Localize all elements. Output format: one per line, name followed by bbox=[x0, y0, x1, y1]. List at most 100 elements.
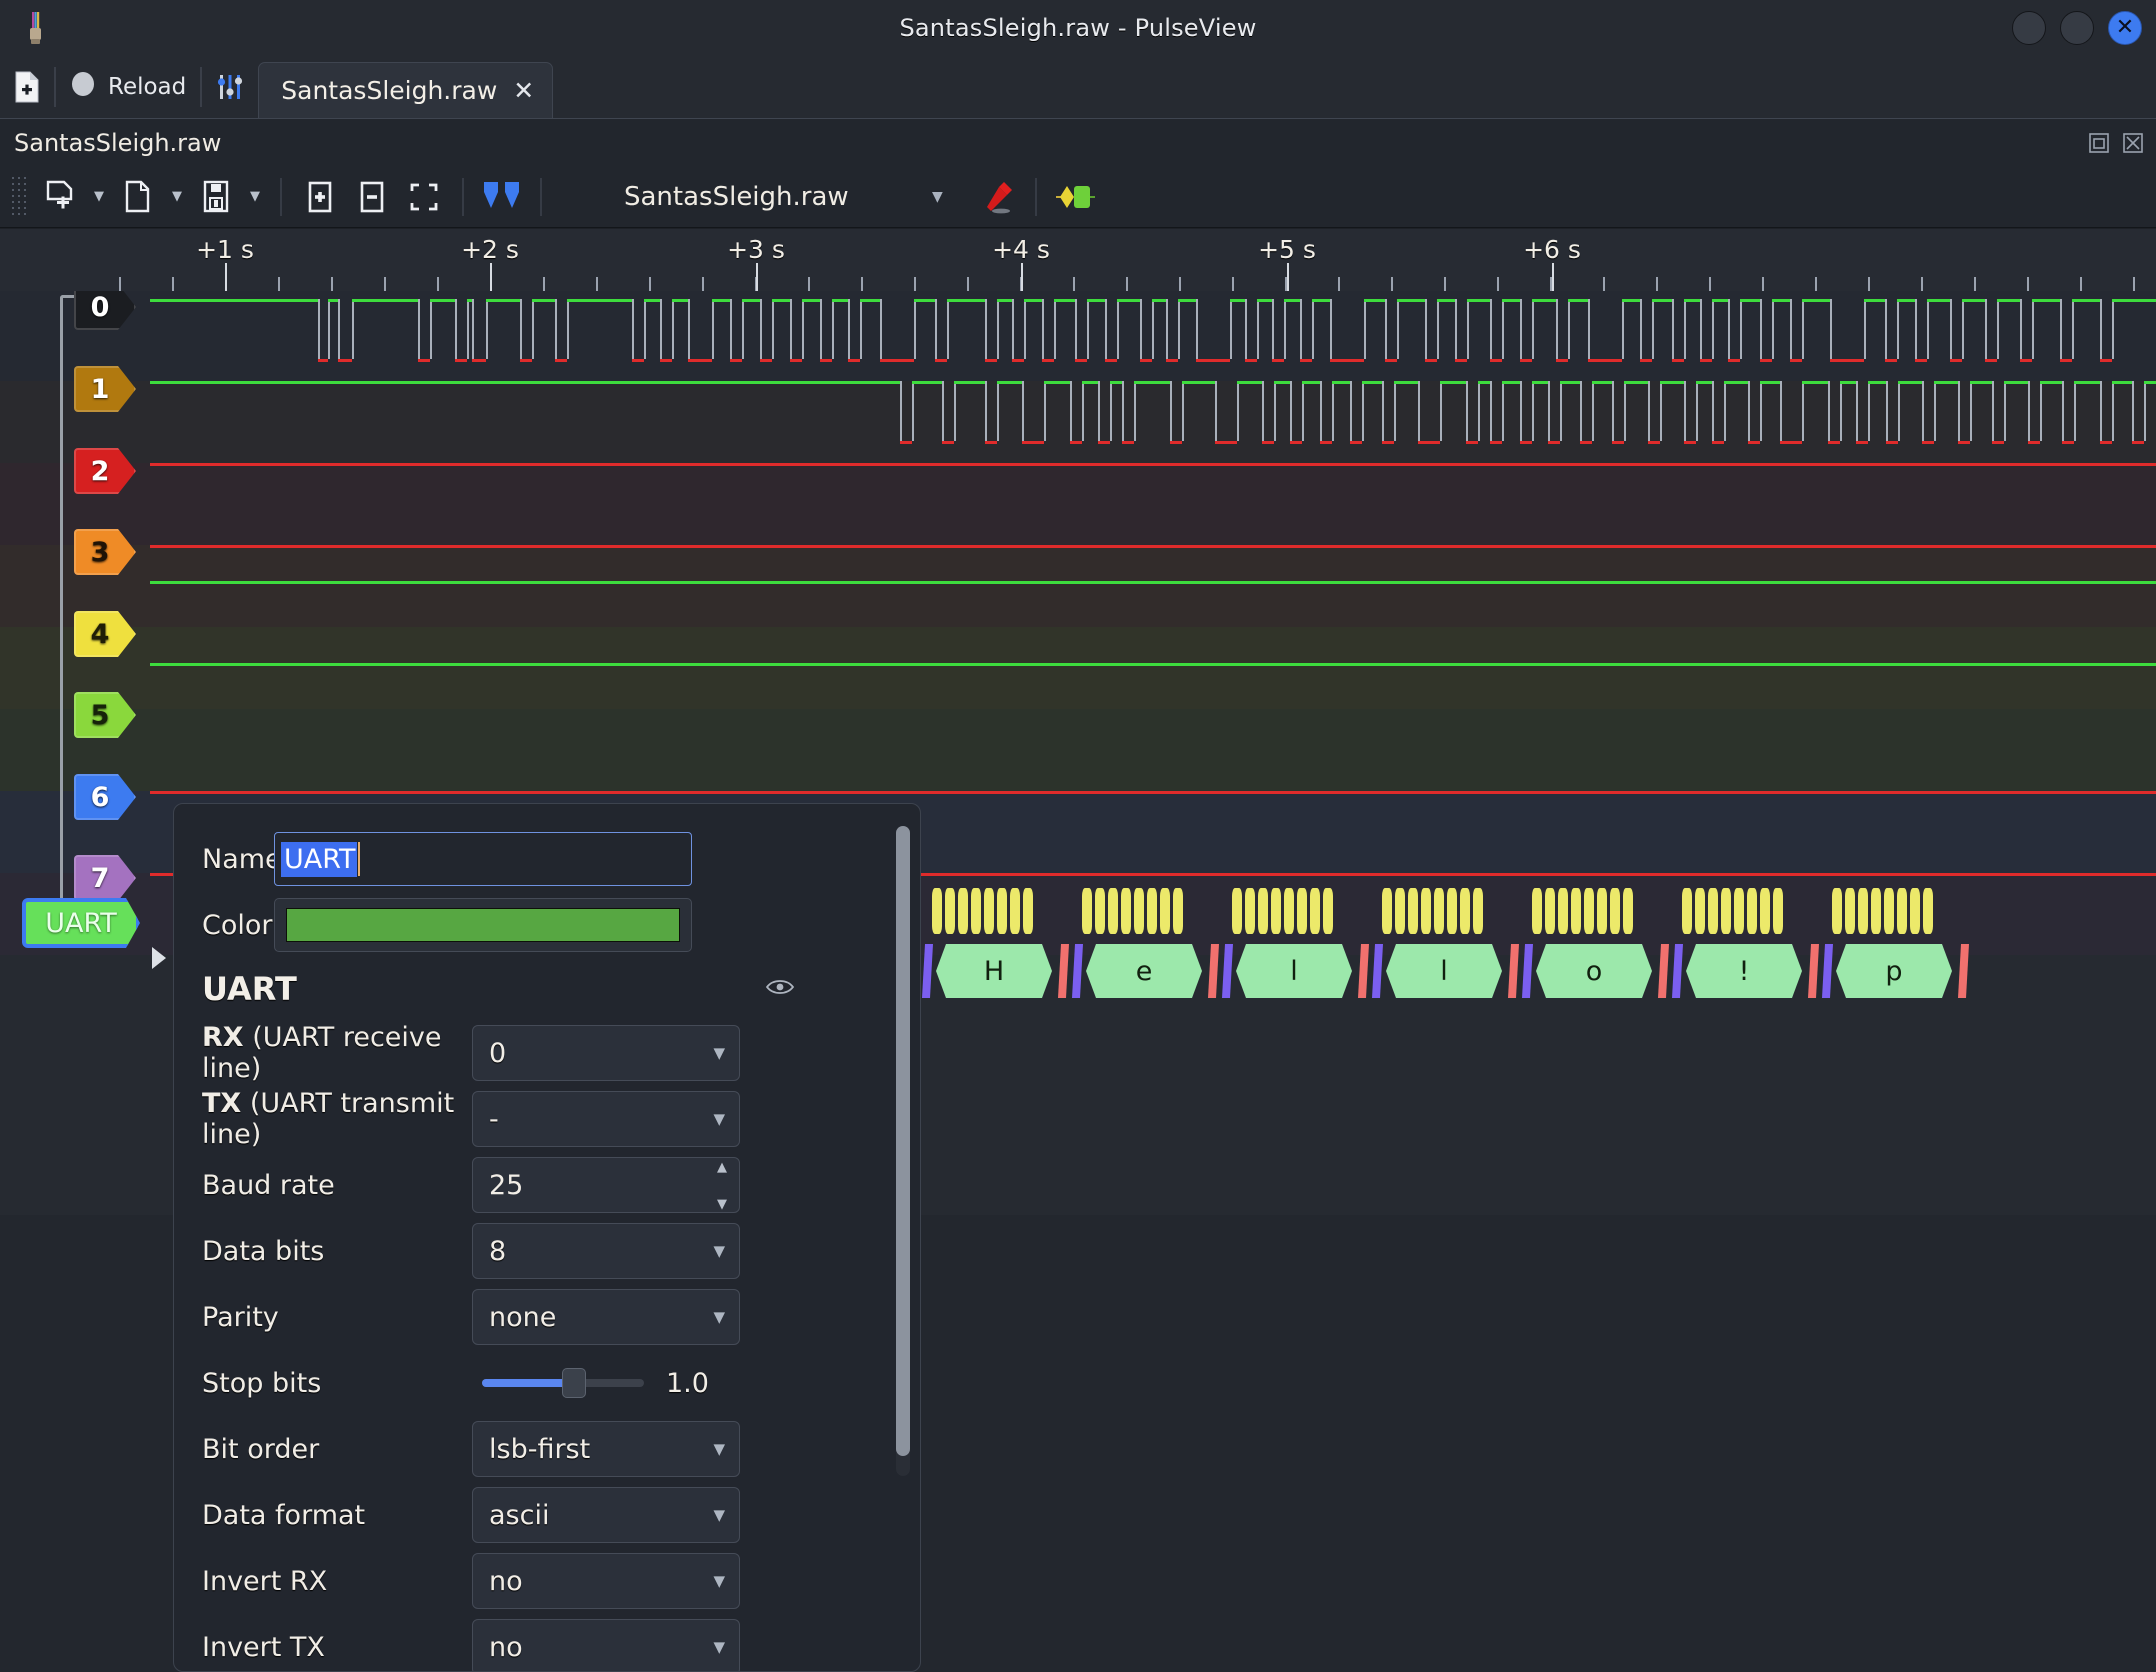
segment-low bbox=[1915, 359, 1927, 362]
name-input[interactable]: UART bbox=[274, 832, 692, 886]
segment-low bbox=[790, 359, 802, 362]
add-decoder-button[interactable] bbox=[1049, 173, 1101, 221]
save-session-caret-icon[interactable]: ▼ bbox=[164, 173, 190, 221]
close-window-icon[interactable] bbox=[2120, 130, 2146, 156]
segment-low bbox=[730, 359, 742, 362]
decoder-char[interactable]: H bbox=[936, 944, 1052, 998]
decoder-char[interactable]: p bbox=[1836, 944, 1952, 998]
data-format-select[interactable]: ascii ▼ bbox=[472, 1487, 740, 1543]
decoder-data-bit bbox=[1760, 888, 1770, 934]
popup-scrollbar[interactable] bbox=[896, 826, 910, 1476]
parity-select[interactable]: none ▼ bbox=[472, 1289, 740, 1345]
zoom-out-button[interactable] bbox=[346, 173, 398, 221]
restore-window-icon[interactable] bbox=[2086, 130, 2112, 156]
eye-icon[interactable] bbox=[765, 977, 795, 1002]
segment-low bbox=[1760, 359, 1772, 362]
segment-edge bbox=[760, 299, 762, 359]
data-bits-select[interactable]: 8 ▼ bbox=[472, 1223, 740, 1279]
main-toolbar: ▼ ▼ ▼ SantasSleigh.raw ▼ bbox=[0, 166, 2156, 228]
data-bits-select-caret-icon[interactable]: ▼ bbox=[713, 1242, 725, 1260]
decoder-data-bit bbox=[1160, 888, 1170, 934]
maximize-button[interactable] bbox=[2060, 11, 2094, 45]
segment-high bbox=[1237, 381, 1262, 384]
decoder-data-bit bbox=[1460, 888, 1470, 934]
open-session-caret-icon[interactable]: ▼ bbox=[86, 173, 112, 221]
segment-edge bbox=[900, 381, 902, 441]
segment-edge bbox=[1394, 381, 1396, 441]
export-button[interactable] bbox=[190, 173, 242, 221]
reload-button[interactable]: Reload bbox=[56, 56, 200, 118]
popup-scrollbar-thumb[interactable] bbox=[896, 826, 910, 1456]
segment-low bbox=[1262, 441, 1274, 444]
minimize-button[interactable] bbox=[2012, 11, 2046, 45]
cursors-button[interactable] bbox=[476, 173, 528, 221]
decoder-char[interactable]: ! bbox=[1686, 944, 1802, 998]
drag-grip-icon[interactable] bbox=[10, 174, 28, 219]
decoder-data-bit bbox=[984, 888, 994, 934]
decoder-char-annotations[interactable]: He l l o! p bbox=[920, 944, 2156, 998]
segment-low bbox=[1856, 441, 1868, 444]
segment-low bbox=[1520, 359, 1532, 362]
time-ruler[interactable]: +1 s +2 s +3 s +4 s +5 s +6 s bbox=[0, 229, 2156, 291]
baud-rate-spinner-up-icon[interactable]: ▲ bbox=[709, 1161, 735, 1174]
segment-edge bbox=[832, 299, 834, 359]
baud-rate-spinner-down-icon[interactable]: ▼ bbox=[709, 1198, 735, 1211]
segment-low bbox=[2062, 441, 2074, 444]
waveform-ch3 bbox=[150, 545, 2156, 548]
decoder-char[interactable]: l bbox=[1236, 944, 1352, 998]
device-selector-caret-icon[interactable]: ▼ bbox=[932, 189, 943, 205]
rx-channel-select-caret-icon[interactable]: ▼ bbox=[713, 1044, 725, 1062]
tx-channel-select-caret-icon[interactable]: ▼ bbox=[713, 1110, 725, 1128]
bit-order-select-caret-icon[interactable]: ▼ bbox=[713, 1440, 725, 1458]
segment-edge bbox=[1478, 381, 1480, 441]
parity-select-caret-icon[interactable]: ▼ bbox=[713, 1308, 725, 1326]
stop-bits-slider-knob[interactable] bbox=[562, 1368, 586, 1398]
decoder-char[interactable]: o bbox=[1536, 944, 1652, 998]
decoder-data-bit bbox=[1121, 888, 1131, 934]
session-settings-button[interactable] bbox=[202, 56, 258, 118]
probe-configure-button[interactable] bbox=[971, 173, 1023, 221]
export-caret-icon[interactable]: ▼ bbox=[242, 173, 268, 221]
ruler-label: +3 s bbox=[727, 235, 785, 264]
bit-order-select[interactable]: lsb-first ▼ bbox=[472, 1421, 740, 1477]
session-tab-close-icon[interactable]: ✕ bbox=[513, 76, 534, 105]
decoder-char[interactable]: l bbox=[1386, 944, 1502, 998]
segment-edge bbox=[880, 299, 882, 359]
segment-edge bbox=[1350, 381, 1352, 441]
decoder-bit-annotations[interactable] bbox=[920, 888, 2156, 934]
tx-channel-select[interactable]: - ▼ bbox=[472, 1091, 740, 1147]
invert-tx-select[interactable]: no ▼ bbox=[472, 1619, 740, 1671]
invert-tx-select-value: no bbox=[489, 1631, 523, 1663]
segment-edge bbox=[1970, 381, 1972, 441]
invert-rx-select-caret-icon[interactable]: ▼ bbox=[713, 1572, 725, 1590]
decoder-expand-arrow-icon[interactable] bbox=[152, 947, 166, 969]
device-selector[interactable]: SantasSleigh.raw ▼ bbox=[624, 173, 943, 221]
bit-order-select-row: Bit order lsb-first ▼ bbox=[174, 1416, 886, 1482]
segment-low bbox=[1196, 359, 1230, 362]
data-format-select-caret-icon[interactable]: ▼ bbox=[713, 1506, 725, 1524]
decoder-data-bit bbox=[1271, 888, 1281, 934]
invert-tx-select-caret-icon[interactable]: ▼ bbox=[713, 1638, 725, 1656]
decoder-data-bit bbox=[1010, 888, 1020, 934]
new-session-button[interactable] bbox=[0, 56, 54, 118]
segment-edge bbox=[418, 299, 420, 359]
zoom-in-button[interactable] bbox=[294, 173, 346, 221]
save-session-button[interactable] bbox=[112, 173, 164, 221]
decoder-settings-popup[interactable]: Name UART Color UART RX (UART receive li… bbox=[173, 803, 921, 1672]
rx-channel-select[interactable]: 0 ▼ bbox=[472, 1025, 740, 1081]
session-tab-label: SantasSleigh.raw bbox=[281, 76, 498, 105]
segment-low bbox=[1648, 441, 1660, 444]
open-session-button[interactable] bbox=[34, 173, 86, 221]
decoder-data-bit bbox=[1023, 888, 1033, 934]
invert-rx-select[interactable]: no ▼ bbox=[472, 1553, 740, 1609]
zoom-fit-button[interactable] bbox=[398, 173, 450, 221]
stop-bits-slider[interactable] bbox=[482, 1368, 644, 1398]
close-button[interactable]: ✕ bbox=[2108, 11, 2142, 45]
segment-edge bbox=[1054, 299, 1056, 359]
color-picker-button[interactable] bbox=[274, 898, 692, 952]
baud-rate-spinner[interactable]: 25 ▲ ▼ bbox=[472, 1157, 740, 1213]
decoder-char[interactable]: e bbox=[1086, 944, 1202, 998]
session-tab[interactable]: SantasSleigh.raw ✕ bbox=[258, 62, 554, 118]
decoder-trace-label[interactable]: UART bbox=[22, 898, 140, 948]
segment-low bbox=[632, 359, 644, 362]
